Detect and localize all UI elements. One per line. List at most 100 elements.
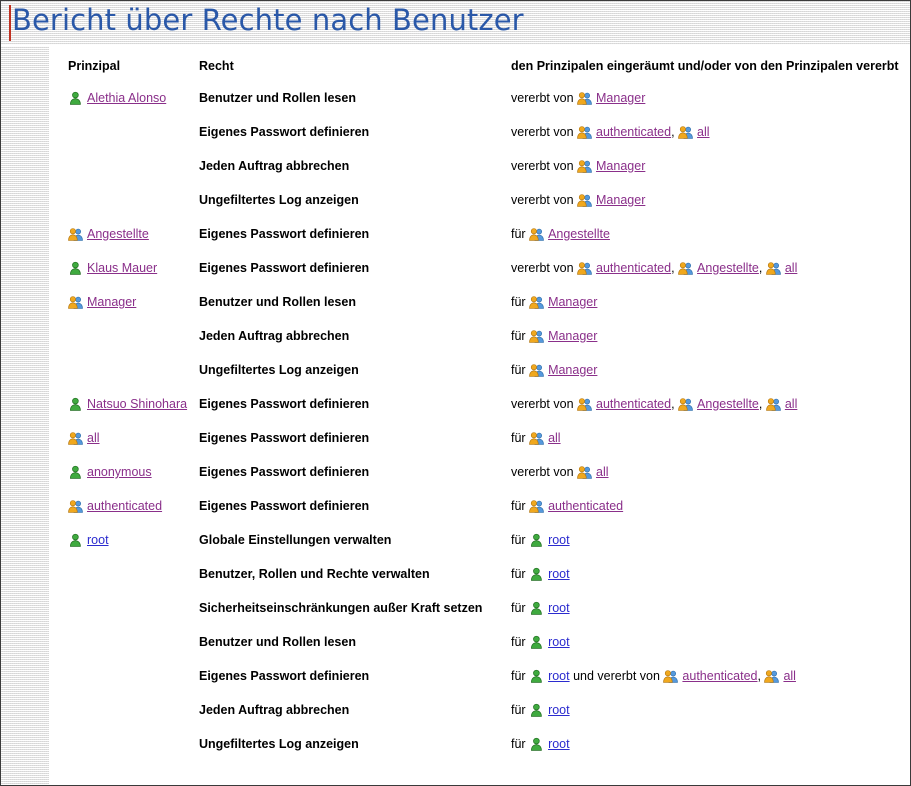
granted-link[interactable]: Manager [548, 295, 597, 309]
cell-principal [49, 694, 199, 728]
cell-principal: all [49, 422, 199, 456]
granted-lead-text: für [511, 533, 530, 547]
granted-link[interactable]: authenticated [548, 499, 623, 513]
column-header-right: Recht [199, 59, 234, 73]
cell-granted: vererbt von authenticated, all [511, 116, 910, 150]
granted-link[interactable]: root [548, 635, 570, 649]
principal-link[interactable]: anonymous [87, 465, 152, 479]
user-icon [529, 737, 544, 751]
left-gutter [1, 46, 49, 785]
cell-right: Ungefiltertes Log anzeigen [199, 363, 359, 377]
granted-link[interactable]: Manager [596, 159, 645, 173]
cell-principal: authenticated [49, 490, 199, 524]
granted-link[interactable]: root [548, 533, 570, 547]
granted-separator: , [671, 261, 679, 275]
table-row: Ungefiltertes Log anzeigen für Manager [49, 354, 910, 388]
granted-lead-text: vererbt von [511, 125, 578, 139]
granted-link[interactable]: Angestellte [697, 397, 759, 411]
granted-link[interactable]: Manager [548, 329, 597, 343]
granted-link[interactable]: root [548, 703, 570, 717]
report-window: Bericht über Rechte nach Benutzer Prinzi… [0, 0, 911, 786]
principal-link[interactable]: Angestellte [87, 227, 149, 241]
granted-link[interactable]: all [785, 261, 798, 275]
group-icon [68, 227, 83, 241]
cell-granted: vererbt von Manager [511, 82, 910, 116]
granted-link[interactable]: authenticated [596, 261, 671, 275]
cell-right: Eigenes Passwort definieren [199, 261, 370, 275]
cell-right: Eigenes Passwort definieren [199, 465, 370, 479]
cell-right: Eigenes Passwort definieren [199, 499, 370, 513]
granted-link[interactable]: authenticated [682, 669, 757, 683]
column-header-principal: Prinzipal [68, 59, 121, 73]
user-icon [68, 533, 83, 547]
granted-link[interactable]: authenticated [596, 397, 671, 411]
granted-separator: , [757, 669, 765, 683]
cell-principal [49, 184, 199, 218]
cell-granted: für Manager [511, 354, 910, 388]
user-icon [529, 635, 544, 649]
user-icon [68, 91, 83, 105]
granted-link[interactable]: Manager [596, 91, 645, 105]
cell-granted: vererbt von authenticated, Angestellte, … [511, 252, 910, 286]
granted-link[interactable]: all [785, 397, 798, 411]
granted-link[interactable]: all [548, 431, 561, 445]
table-row: Alethia Alonso Benutzer und Rollen lesen v… [49, 82, 910, 116]
group-icon [577, 397, 592, 411]
group-icon [577, 125, 592, 139]
table-body: Alethia Alonso Benutzer und Rollen lesen v… [49, 82, 910, 762]
principal-link[interactable]: Alethia Alonso [87, 91, 166, 105]
cell-right: Jeden Auftrag abbrechen [199, 703, 350, 717]
granted-link[interactable]: Manager [596, 193, 645, 207]
principal-link[interactable]: Klaus Mauer [87, 261, 157, 275]
group-icon [577, 91, 592, 105]
cell-principal [49, 150, 199, 184]
granted-link[interactable]: all [596, 465, 609, 479]
group-icon [68, 431, 83, 445]
granted-lead-text: für [511, 567, 530, 581]
cell-principal [49, 354, 199, 388]
cell-right: Benutzer und Rollen lesen [199, 295, 356, 309]
group-icon [766, 261, 781, 275]
granted-lead-text: für [511, 499, 530, 513]
user-icon [68, 261, 83, 275]
granted-link[interactable]: root [548, 601, 570, 615]
granted-link[interactable]: Angestellte [548, 227, 610, 241]
granted-link[interactable]: Manager [548, 363, 597, 377]
group-icon [68, 499, 83, 513]
user-icon [529, 533, 544, 547]
group-icon [678, 261, 693, 275]
granted-lead-text: für [511, 635, 530, 649]
cell-principal: Manager [49, 286, 199, 320]
cell-right: Eigenes Passwort definieren [199, 125, 370, 139]
principal-link[interactable]: authenticated [87, 499, 162, 513]
principal-link[interactable]: Natsuo Shinohara [87, 397, 187, 411]
granted-link[interactable]: root [548, 737, 570, 751]
granted-link[interactable]: root [548, 669, 570, 683]
group-icon [529, 431, 544, 445]
group-icon [577, 193, 592, 207]
group-icon [529, 227, 544, 241]
granted-link[interactable]: root [548, 567, 570, 581]
table-row: Klaus Mauer Eigenes Passwort definieren ve… [49, 252, 910, 286]
cell-principal [49, 626, 199, 660]
granted-link[interactable]: all [697, 125, 710, 139]
cell-granted: für root [511, 558, 910, 592]
principal-link[interactable]: all [87, 431, 100, 445]
table-row: Benutzer, Rollen und Rechte verwalten für… [49, 558, 910, 592]
granted-link[interactable]: all [783, 669, 796, 683]
granted-link[interactable]: Angestellte [697, 261, 759, 275]
principal-link[interactable]: root [87, 533, 109, 547]
group-icon [529, 499, 544, 513]
table-row: Manager Benutzer und Rollen lesen für Mana… [49, 286, 910, 320]
cell-granted: vererbt von authenticated, Angestellte, … [511, 388, 910, 422]
cell-right: Benutzer und Rollen lesen [199, 635, 356, 649]
granted-link[interactable]: authenticated [596, 125, 671, 139]
user-icon [529, 601, 544, 615]
principal-link[interactable]: Manager [87, 295, 136, 309]
cell-granted: für all [511, 422, 910, 456]
group-icon [529, 329, 544, 343]
granted-separator: , [671, 125, 679, 139]
group-icon [68, 295, 83, 309]
cell-right: Globale Einstellungen verwalten [199, 533, 392, 547]
cell-granted: für root [511, 694, 910, 728]
